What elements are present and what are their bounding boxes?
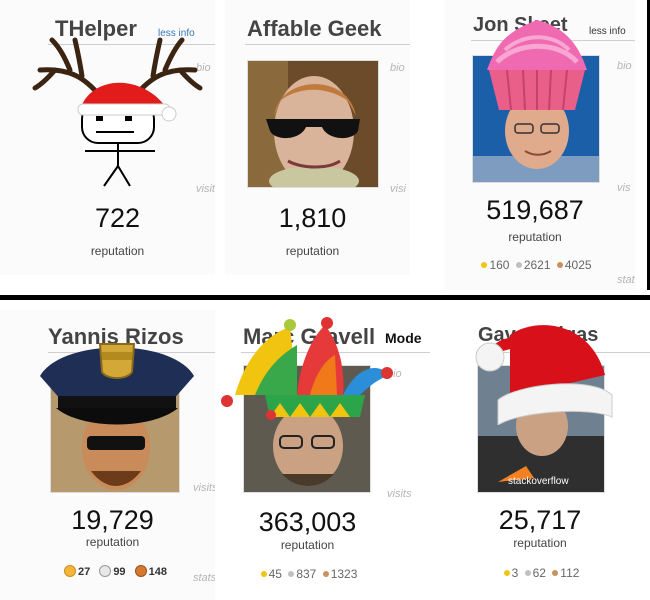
badge-counts: 27 99 148 [0,565,215,579]
bronze-badge-count: 1323 [330,567,358,581]
reputation-value: 1,810 [278,203,347,233]
bio-label[interactable]: bio [617,60,632,72]
bronze-badge-icon [322,571,329,578]
silver-badge-icon [288,571,295,578]
stats-label[interactable]: stat [617,274,635,286]
silver-badge-icon [524,570,531,577]
gold-badge-icon [503,570,510,577]
reputation-label: reputation [280,538,335,552]
bronze-badge-count: 112 [560,566,580,580]
gold-badge-icon [260,571,267,578]
reputation-label: reputation [513,536,567,550]
badge-counts: 160 2621 4025 [445,258,625,272]
user-card-jon-skeet: Jon Skeet less info bio vis stat 519,687… [445,0,635,290]
silver-badge-count: 2621 [523,258,551,272]
bio-label[interactable]: bio [390,62,405,74]
visits-label[interactable]: vis [617,182,630,194]
user-card-yannis-rizos: Yannis Rizos visits stats 19,729 reputat… [0,310,215,600]
avatar-photo [247,60,379,188]
reputation-value: 519,687 [486,195,584,225]
jester-hat-icon [221,317,393,420]
reputation-value: 19,729 [71,505,154,535]
divider [0,295,650,300]
silver-badge-count: 837 [296,567,317,581]
bronze-badge-count: 4025 [564,258,592,272]
bronze-badge-count: 148 [148,565,167,578]
badge-counts: 3 62 112 [450,566,630,580]
reputation-value: 722 [94,203,141,233]
user-card-marc-gravell: Marc Gravell Mode bio visits 363,003 rep… [215,310,430,600]
silver-badge-icon [515,262,522,269]
bronze-badge-icon [556,262,563,269]
gold-badge-icon [64,565,76,577]
visits-label[interactable]: visi [390,183,406,195]
user-card-thelper: THelper less info bio visit 722 reputati… [0,0,215,275]
user-card-gaven-algas: Gaven Algas stackoverflow 25,717 reputat… [450,310,650,600]
silver-badge-count: 62 [532,566,546,580]
gold-badge-icon [481,262,488,269]
badge-counts: 45 837 1323 [215,567,400,581]
visits-label[interactable]: visits [387,488,411,500]
gold-badge-count: 3 [511,566,519,580]
bronze-badge-icon [552,570,559,577]
reputation-label: reputation [90,244,145,258]
reputation-label: reputation [508,230,562,244]
gold-badge-count: 27 [78,565,91,578]
police-hat-icon [40,343,194,425]
cupcake-hat-icon [487,20,587,111]
gold-badge-count: 160 [489,258,510,272]
reputation-value: 25,717 [498,505,582,535]
santa-hat-icon [475,325,613,425]
reputation-label: reputation [85,535,140,549]
silver-badge-icon [99,565,112,577]
reputation-label: reputation [285,244,340,258]
bronze-badge-icon [134,565,147,577]
silver-badge-count: 99 [113,565,126,578]
gold-badge-count: 45 [268,567,282,581]
visits-label[interactable]: visits [193,482,215,494]
reputation-value: 363,003 [258,507,357,537]
user-name[interactable]: Affable Geek [247,16,382,42]
avatar-stick-figure-with-antlers [32,37,203,187]
user-card-affable-geek: Affable Geek bio visi 1,810 reputation [225,0,410,275]
svg-text:stackoverflow: stackoverflow [508,476,569,487]
